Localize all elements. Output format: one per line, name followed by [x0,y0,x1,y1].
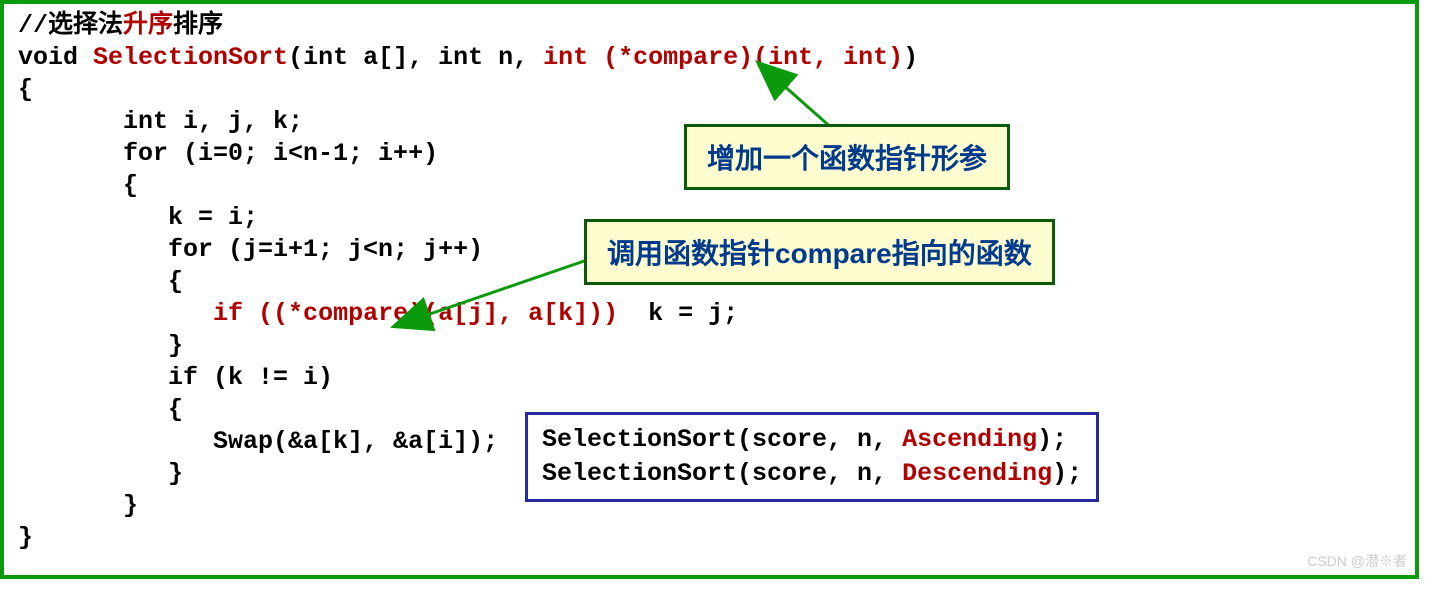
example-line-1: SelectionSort(score, n, Ascending); [542,423,1082,457]
l12: { [18,395,183,424]
callout-compare-call: 调用函数指针compare指向的函数 [584,219,1055,285]
l10: } [18,331,183,360]
l1b: (int a[], int n, [288,43,543,72]
l16: } [18,523,33,552]
l11: if (k != i) [18,363,333,392]
ex1fn: Ascending [902,425,1037,454]
ex2a: SelectionSort(score, n, [542,459,902,488]
example-box: SelectionSort(score, n, Ascending); Sele… [525,412,1099,502]
ex2b: ); [1052,459,1082,488]
l1a: void [18,43,93,72]
l1fp: int (*compare)(int, int) [543,43,903,72]
ex1b: ); [1037,425,1067,454]
example-line-2: SelectionSort(score, n, Descending); [542,457,1082,491]
l15: } [18,491,138,520]
l1c: ) [903,43,918,72]
l9if: if ((*compare)(a[j], a[k])) [213,299,618,328]
l6: k = i; [18,203,258,232]
l9b: k = j; [618,299,738,328]
l4: for (i=0; i<n-1; i++) [18,139,438,168]
l9a [18,299,213,328]
l13: Swap(&a[k], &a[i]); [18,427,498,456]
l1fn: SelectionSort [93,43,288,72]
comment-suffix: 排序 [173,11,223,40]
callout-fp-param: 增加一个函数指针形参 [684,124,1010,190]
ex2fn: Descending [902,459,1052,488]
comment-highlight: 升序 [123,11,173,40]
code-frame: //选择法升序排序 void SelectionSort(int a[], in… [0,0,1419,579]
l3: int i, j, k; [18,107,303,136]
l2: { [18,75,33,104]
watermark: CSDN @潜※者 [1307,551,1407,571]
l8: { [18,267,183,296]
l14: } [18,459,183,488]
comment-prefix: //选择法 [18,11,123,40]
ex1a: SelectionSort(score, n, [542,425,902,454]
l5: { [18,171,138,200]
l7: for (j=i+1; j<n; j++) [18,235,483,264]
